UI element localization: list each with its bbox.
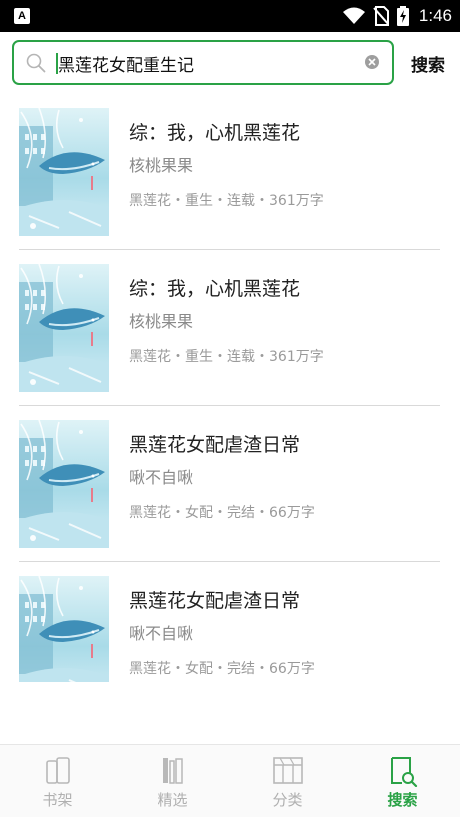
result-list: 综：我，心机黑莲花 核桃果果 黑莲花・重生・连载・361万字 综：我，心机黑莲花… [0, 94, 460, 718]
result-item[interactable]: 综：我，心机黑莲花 核桃果果 黑莲花・重生・连载・361万字 [0, 250, 460, 406]
book-author: 啾不自啾 [129, 624, 194, 643]
bottom-nav: 书架 精选 分类 搜索 [0, 744, 460, 817]
result-item[interactable]: 黑莲花女配虐渣日常 啾不自啾 黑莲花・女配・完结・66万字 [0, 406, 460, 562]
tab-label: 书架 [42, 791, 73, 809]
book-meta: 黑莲花・女配・完结・66万字 [129, 505, 315, 521]
books-icon [162, 758, 183, 784]
book-cover[interactable] [19, 420, 109, 548]
book-title[interactable]: 黑莲花女配虐渣日常 [129, 586, 300, 613]
battery-charging-icon [396, 6, 409, 26]
book-cover[interactable] [19, 264, 109, 392]
search-input[interactable] [58, 48, 358, 78]
book-title[interactable]: 黑莲花女配虐渣日常 [129, 430, 300, 457]
clear-icon[interactable] [364, 54, 380, 70]
book-meta: 黑莲花・女配・完结・66万字 [129, 661, 315, 677]
search-icon [26, 53, 46, 73]
book-author: 啾不自啾 [129, 468, 194, 487]
system-icons: 1:46 [342, 0, 452, 32]
wifi-icon [342, 7, 365, 24]
category-icon [272, 757, 303, 784]
book-title[interactable]: 综：我，心机黑莲花 [129, 274, 300, 301]
tab-featured[interactable]: 精选 [115, 745, 230, 817]
book-author: 核桃果果 [129, 156, 194, 175]
search-box[interactable] [12, 40, 394, 85]
result-item[interactable]: 黑莲花女配虐渣日常 啾不自啾 黑莲花・女配・完结・66万字 [0, 562, 460, 718]
tab-search[interactable]: 搜索 [345, 745, 460, 817]
book-meta: 黑莲花・重生・连载・361万字 [129, 193, 324, 209]
result-item[interactable]: 综：我，心机黑莲花 核桃果果 黑莲花・重生・连载・361万字 [0, 94, 460, 250]
search-book-icon [390, 757, 417, 787]
tab-label: 搜索 [387, 791, 418, 809]
book-meta: 黑莲花・重生・连载・361万字 [129, 349, 324, 365]
tab-label: 精选 [157, 791, 188, 809]
status-bar: A 1:46 [0, 0, 460, 32]
clock-time: 1:46 [418, 6, 452, 25]
book-cover[interactable] [19, 108, 109, 236]
bookshelf-icon [45, 757, 70, 784]
book-author: 核桃果果 [129, 312, 194, 331]
tab-label: 分类 [272, 791, 303, 809]
no-sim-icon [373, 6, 389, 26]
tab-bookshelf[interactable]: 书架 [0, 745, 115, 817]
search-button[interactable]: 搜索 [404, 44, 452, 82]
book-title[interactable]: 综：我，心机黑莲花 [129, 118, 300, 145]
app-notification-icon: A [14, 8, 30, 24]
book-cover[interactable] [19, 576, 109, 682]
tab-category[interactable]: 分类 [230, 745, 345, 817]
